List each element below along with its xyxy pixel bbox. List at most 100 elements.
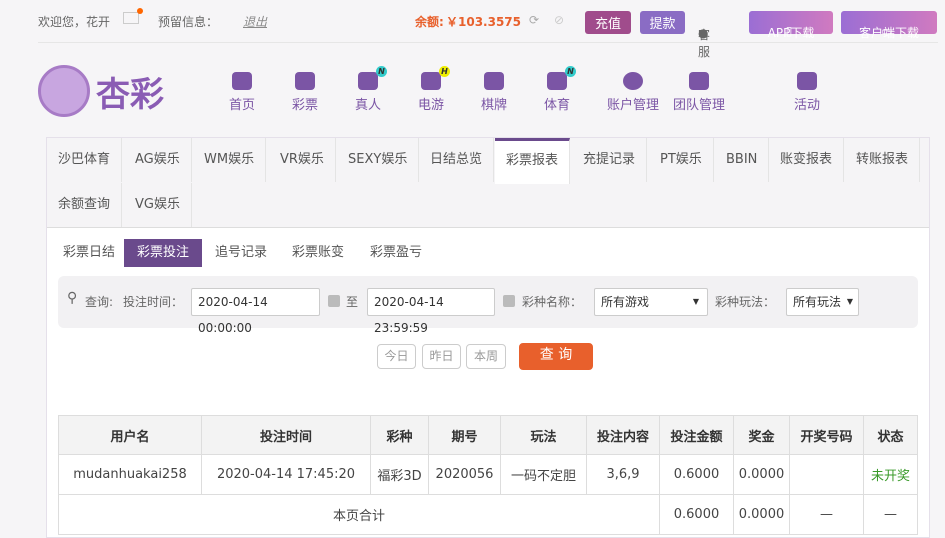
yesterday-button[interactable]: 昨日 bbox=[422, 344, 461, 369]
dropdown-icon: ▼ bbox=[846, 297, 853, 306]
service-label: 客服 bbox=[698, 28, 711, 59]
cards-icon bbox=[484, 72, 504, 90]
badge: N bbox=[565, 66, 576, 77]
tab[interactable]: SEXY娱乐 bbox=[337, 138, 420, 182]
divider bbox=[38, 42, 938, 43]
play-value: 所有玩法 bbox=[793, 295, 842, 309]
tab[interactable]: 余额查询 bbox=[47, 183, 123, 227]
table-header: 用户名 投注时间 彩种 期号 玩法 投注内容 投注金额 奖金 开奖号码 状态 bbox=[58, 415, 918, 455]
recharge-button[interactable]: 充值 bbox=[585, 11, 631, 34]
start-time-input[interactable]: 2020-04-14 00:00:00 bbox=[191, 288, 320, 335]
time-label: 投注时间： bbox=[123, 295, 184, 309]
search-label: 查询: bbox=[85, 295, 114, 309]
tab[interactable]: 沙巴体育 bbox=[47, 138, 123, 182]
client-download-label: 客户端下载 bbox=[858, 26, 919, 40]
cell-bonus: 0.0000 bbox=[733, 454, 790, 495]
tab[interactable]: BBIN bbox=[715, 138, 770, 182]
nav-live[interactable]: N 真人 bbox=[355, 66, 387, 113]
trophy-icon: N bbox=[547, 66, 576, 90]
badge: H bbox=[439, 66, 450, 77]
logout-link[interactable]: 退出 bbox=[243, 13, 267, 30]
nav-label: 棋牌 bbox=[481, 98, 508, 113]
app-download-button[interactable]: ▯ APP下载 bbox=[749, 11, 833, 40]
total-amount: 0.6000 bbox=[659, 494, 734, 535]
report-tabs: 沙巴体育 AG娱乐 WM娱乐 VR娱乐 SEXY娱乐 日结总览 彩票报表 充提记… bbox=[47, 138, 929, 228]
top-bar: 欢迎您，花开 预留信息： 退出 余额: ￥103.3575 ⟳ ⊘ 充值 提款 … bbox=[0, 0, 945, 59]
logo-text: 杏彩 bbox=[96, 74, 164, 115]
cell-play: 一码不定胆 bbox=[500, 454, 587, 495]
total-label: 本页合计 bbox=[58, 494, 660, 535]
cell-time: 2020-04-14 17:45:20 bbox=[201, 454, 371, 495]
search-bar: ⚲ 查询: 投注时间： 2020-04-14 00:00:00 至 2020-0… bbox=[58, 276, 918, 335]
header-cell: 用户名 bbox=[58, 415, 202, 455]
dropdown-icon: ▼ bbox=[692, 297, 699, 306]
nav-label: 活动 bbox=[794, 98, 821, 113]
tab-lottery-report[interactable]: 彩票报表 bbox=[495, 138, 571, 184]
play-label: 彩种玩法： bbox=[715, 295, 776, 309]
total-status: — bbox=[863, 494, 918, 535]
gamepad-icon: H bbox=[421, 66, 450, 90]
yen-icon bbox=[623, 72, 643, 90]
header-cell: 玩法 bbox=[500, 415, 587, 455]
report-panel: 沙巴体育 AG娱乐 WM娱乐 VR娱乐 SEXY娱乐 日结总览 彩票报表 充提记… bbox=[46, 137, 930, 538]
nav-team[interactable]: 团队管理 bbox=[673, 72, 725, 113]
bet-table: 用户名 投注时间 彩种 期号 玩法 投注内容 投注金额 奖金 开奖号码 状态 m… bbox=[58, 415, 918, 535]
nav-home[interactable]: 首页 bbox=[229, 72, 255, 113]
cell-lottery: 福彩3D bbox=[370, 454, 429, 495]
withdraw-button[interactable]: 提款 bbox=[640, 11, 685, 34]
header-cell: 开奖号码 bbox=[789, 415, 864, 455]
tab[interactable]: AG娱乐 bbox=[124, 138, 192, 182]
dealer-icon: N bbox=[358, 66, 387, 90]
header-cell: 期号 bbox=[428, 415, 501, 455]
tab[interactable]: 转账报表 bbox=[845, 138, 921, 182]
nav-label: 彩票 bbox=[292, 98, 319, 113]
header-cell: 投注时间 bbox=[201, 415, 371, 455]
header-cell: 奖金 bbox=[733, 415, 790, 455]
play-select[interactable]: 所有玩法 ▼ bbox=[786, 288, 859, 316]
users-icon bbox=[689, 72, 709, 90]
end-time-input[interactable]: 2020-04-14 23:59:59 bbox=[367, 288, 495, 335]
tab[interactable]: VR娱乐 bbox=[269, 138, 336, 182]
tab[interactable]: 账变报表 bbox=[769, 138, 845, 182]
balance-label: 余额: bbox=[415, 15, 444, 29]
total-numbers: — bbox=[789, 494, 864, 535]
tab[interactable]: VG娱乐 bbox=[124, 183, 192, 227]
subtab[interactable]: 追号记录 bbox=[202, 239, 280, 267]
calendar-icon[interactable] bbox=[328, 295, 340, 307]
refresh-icon[interactable]: ⟳ bbox=[529, 13, 539, 27]
tab[interactable]: 充提记录 bbox=[572, 138, 648, 182]
calendar-icon[interactable] bbox=[503, 295, 515, 307]
subtab-active[interactable]: 彩票投注 bbox=[124, 239, 203, 267]
subtab[interactable]: 彩票日结 bbox=[50, 239, 128, 267]
nav-account[interactable]: 账户管理 bbox=[607, 72, 659, 113]
subtab[interactable]: 彩票账变 bbox=[279, 239, 357, 267]
nav-label: 团队管理 bbox=[673, 98, 726, 113]
welcome-text: 欢迎您，花开 bbox=[38, 15, 111, 29]
query-button[interactable]: 查 询 bbox=[519, 343, 593, 370]
tab[interactable]: WM娱乐 bbox=[193, 138, 267, 182]
nav-slots[interactable]: H 电游 bbox=[418, 66, 450, 113]
mail-icon[interactable] bbox=[123, 8, 143, 24]
tab[interactable]: 日结总览 bbox=[419, 138, 495, 182]
tab[interactable]: PT娱乐 bbox=[649, 138, 714, 182]
subtab[interactable]: 彩票盈亏 bbox=[357, 239, 435, 267]
week-button[interactable]: 本周 bbox=[466, 344, 506, 369]
client-download-button[interactable]: ▭ 客户端下载 bbox=[841, 11, 937, 40]
hide-icon[interactable]: ⊘ bbox=[554, 13, 564, 27]
ticket-icon bbox=[295, 72, 315, 90]
total-bonus: 0.0000 bbox=[733, 494, 790, 535]
nav-label: 账户管理 bbox=[607, 98, 660, 113]
nav-activity[interactable]: 活动 bbox=[794, 72, 820, 113]
cell-numbers bbox=[789, 454, 864, 495]
search-icon: ⚲ bbox=[67, 290, 78, 306]
logo[interactable]: 杏彩 bbox=[38, 65, 164, 117]
cell-status: 未开奖 bbox=[863, 454, 918, 495]
nav-lottery[interactable]: 彩票 bbox=[292, 72, 318, 113]
nav-cards[interactable]: 棋牌 bbox=[481, 72, 507, 113]
logo-icon bbox=[38, 65, 90, 117]
nav-sports[interactable]: N 体育 bbox=[544, 66, 576, 113]
today-button[interactable]: 今日 bbox=[377, 344, 416, 369]
header-cell: 投注内容 bbox=[586, 415, 660, 455]
game-select[interactable]: 所有游戏 ▼ bbox=[594, 288, 708, 316]
home-icon bbox=[232, 72, 252, 90]
